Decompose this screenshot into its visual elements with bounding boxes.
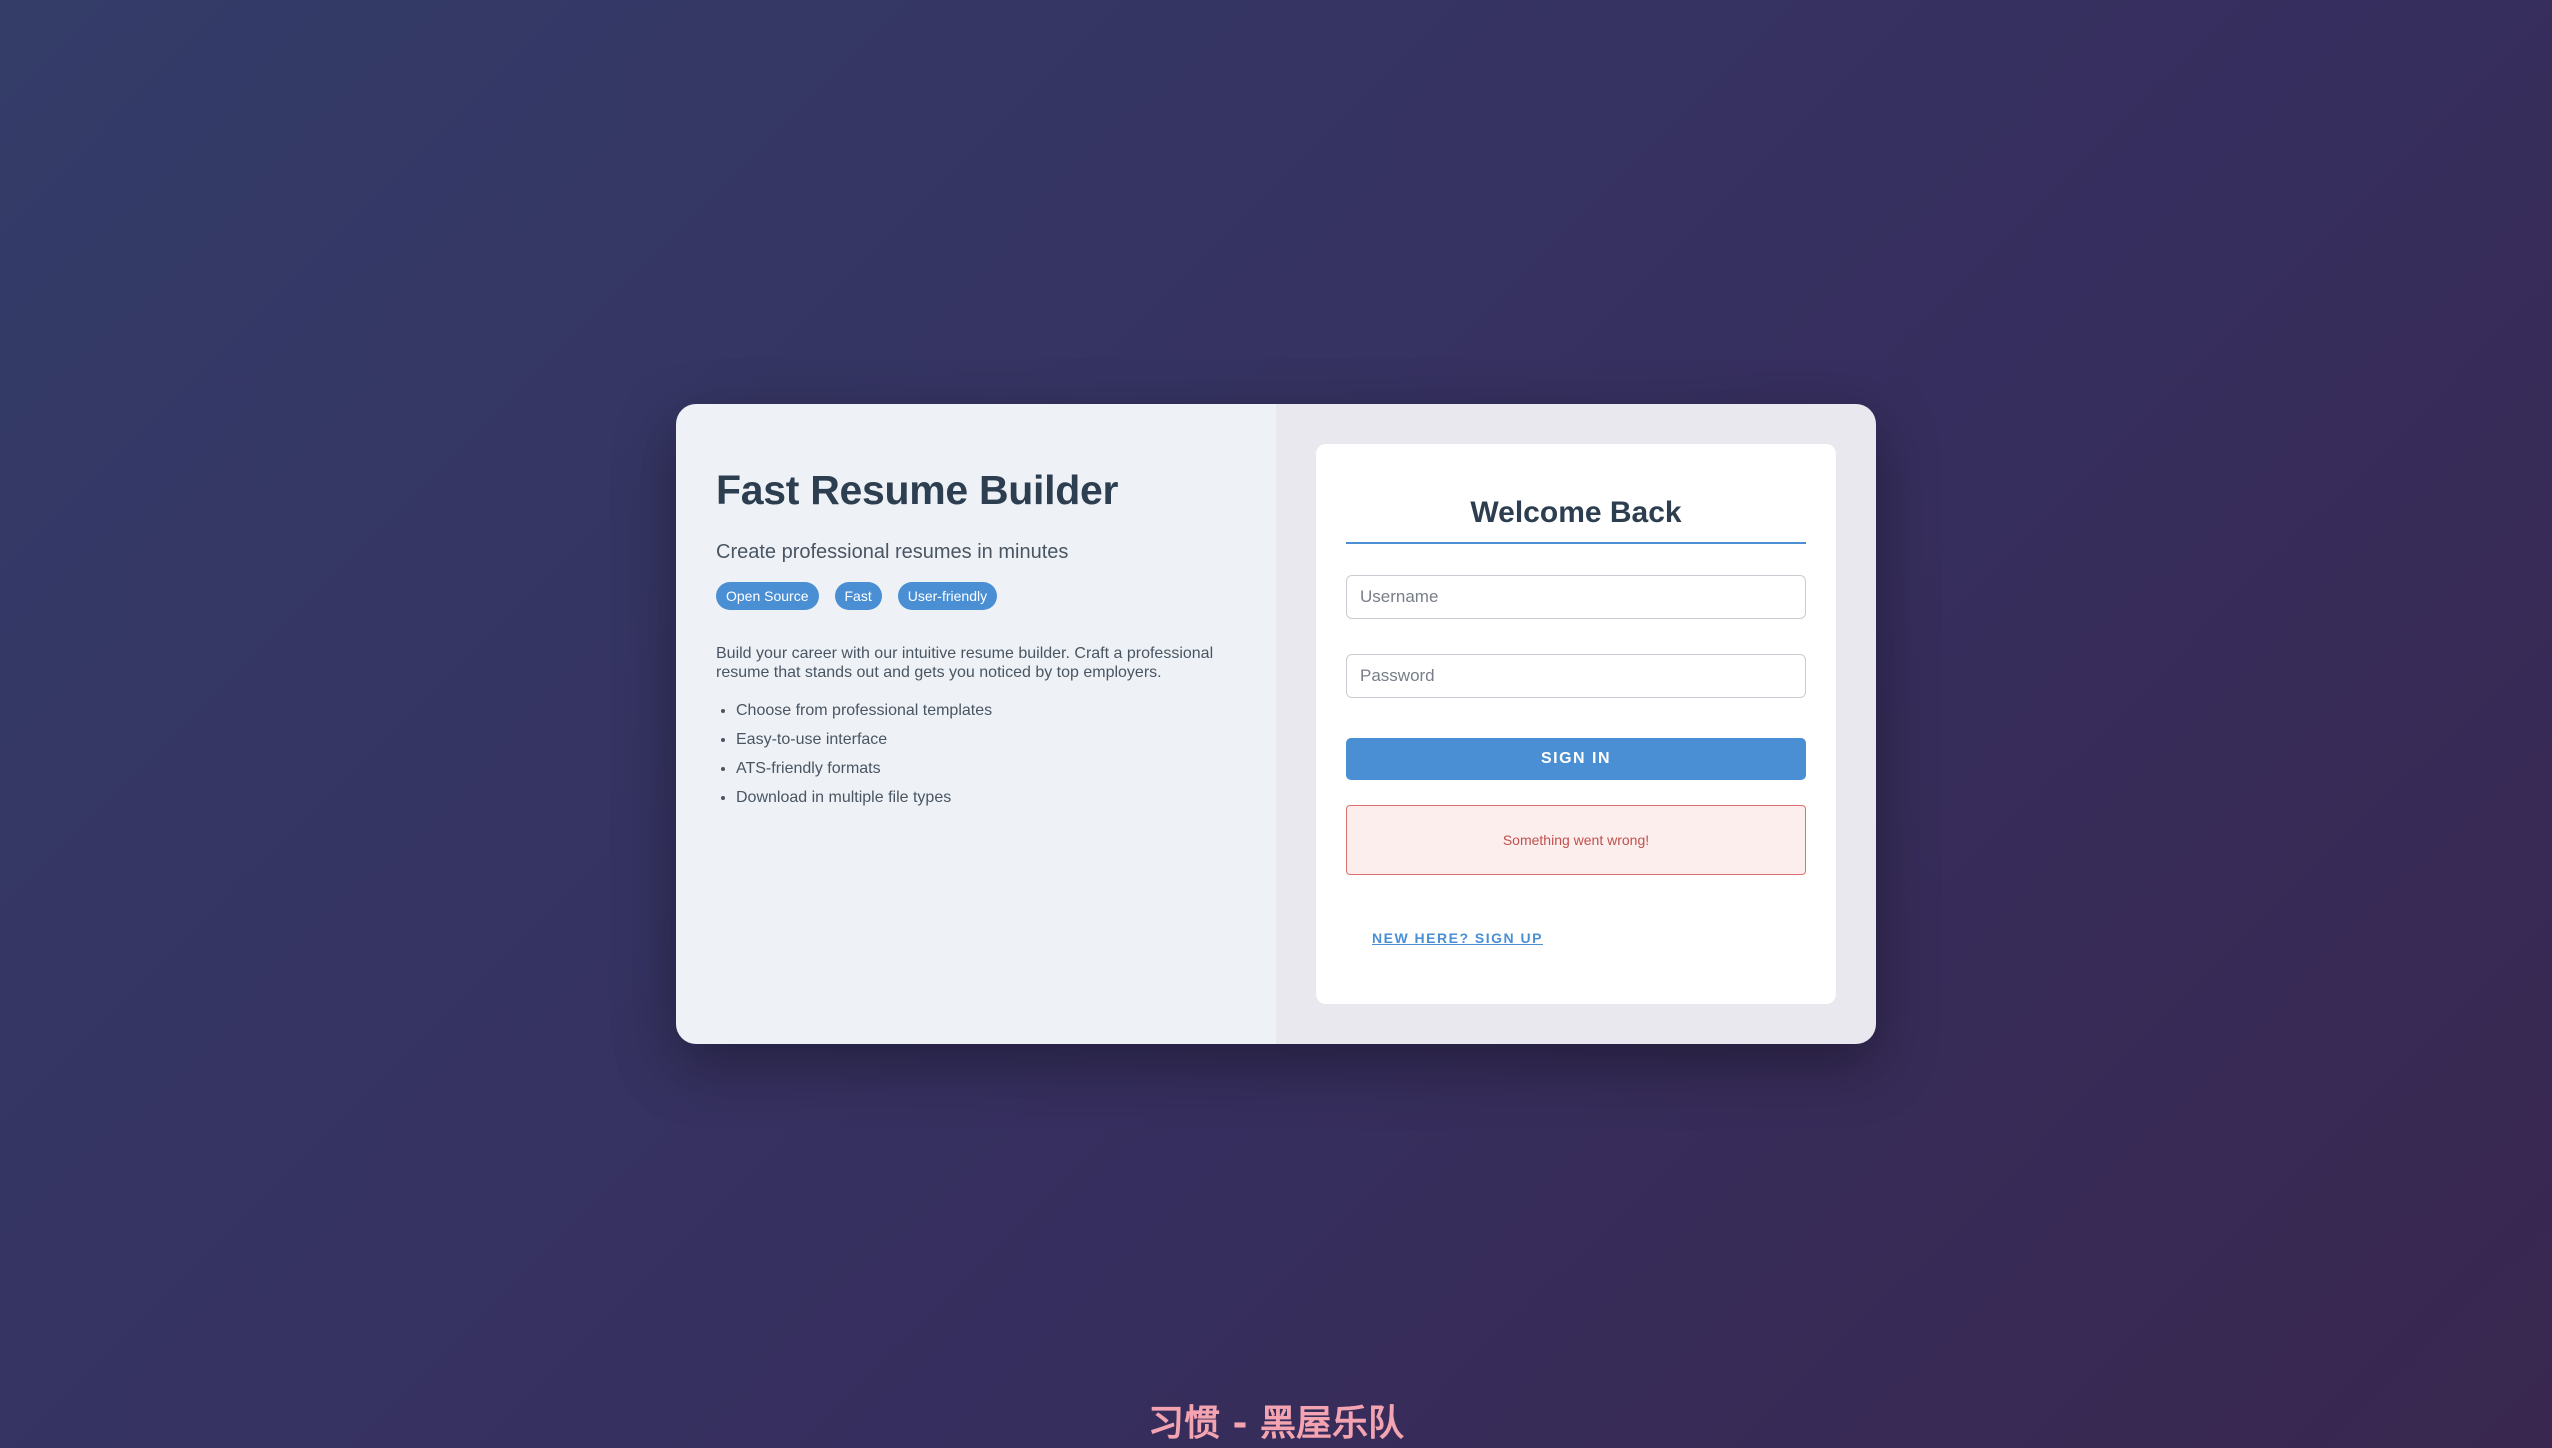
sign-in-button[interactable]: SIGN IN (1346, 738, 1806, 780)
app-subtitle: Create professional resumes in minutes (716, 541, 1069, 564)
tag-user-friendly: User-friendly (897, 582, 998, 611)
feature-item: Easy-to-use interface (736, 725, 1236, 754)
password-input[interactable] (1346, 654, 1806, 698)
tag-fast: Fast (834, 582, 882, 611)
tag-list: Open Source Fast User-friendly (716, 582, 1236, 611)
username-input[interactable] (1346, 575, 1806, 619)
feature-item: ATS-friendly formats (736, 754, 1236, 783)
login-form: Welcome Back SIGN IN Something went wron… (1316, 444, 1836, 1004)
tag-open-source: Open Source (716, 582, 819, 611)
error-message: Something went wrong! (1502, 832, 1650, 848)
form-heading: Welcome Back (1346, 496, 1806, 544)
feature-list: Choose from professional templates Easy-… (716, 696, 1236, 812)
app-title: Fast Resume Builder (716, 467, 1119, 513)
sign-up-link[interactable]: NEW HERE? SIGN UP (1372, 930, 1543, 946)
info-panel: Fast Resume Builder Create professional … (676, 404, 1276, 1044)
form-area: Welcome Back SIGN IN Something went wron… (1276, 404, 1876, 1044)
footer-caption: 习惯 - 黑屋乐队 (1147, 1403, 1404, 1444)
error-alert: Something went wrong! (1346, 805, 1806, 875)
login-card: Fast Resume Builder Create professional … (676, 404, 1876, 1044)
feature-item: Download in multiple file types (736, 783, 1236, 812)
app-description: Build your career with our intuitive res… (716, 645, 1214, 682)
feature-item: Choose from professional templates (736, 696, 1236, 725)
